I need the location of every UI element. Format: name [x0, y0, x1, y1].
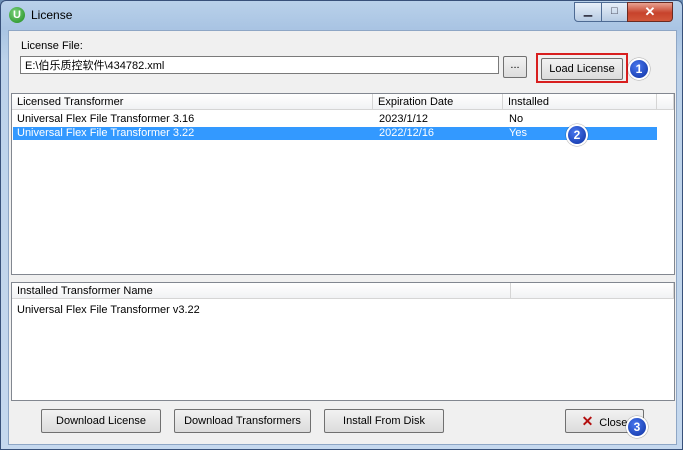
column-header-filler [511, 283, 674, 299]
download-license-button[interactable]: Download License [41, 409, 161, 433]
expiration-date: 2022/12/16 [379, 127, 435, 139]
window-title: License [31, 8, 73, 22]
column-header-licensed-transformer[interactable]: Licensed Transformer [12, 94, 373, 110]
step-marker-3: 3 [626, 416, 648, 438]
license-window: U License ▁ □ ✕ License File: ... Load L… [0, 0, 683, 450]
minimize-button[interactable]: ▁ [574, 2, 602, 22]
window-close-button[interactable]: ✕ [627, 2, 673, 22]
installed-transformer-name: Universal Flex File Transformer v3.22 [17, 304, 200, 316]
title-bar[interactable]: U License ▁ □ ✕ [1, 1, 682, 29]
close-icon: ✕ [581, 413, 594, 429]
load-license-button[interactable]: Load License [541, 58, 623, 80]
dialog-body: License File: ... Load License 1 License… [8, 30, 677, 445]
app-icon: U [9, 7, 25, 23]
step-marker-2: 2 [566, 124, 588, 146]
load-license-highlight: Load License [536, 53, 628, 83]
installed-status: No [509, 113, 524, 125]
license-file-label: License File: [21, 40, 83, 52]
step-marker-1: 1 [628, 58, 650, 80]
expiration-date: 2023/1/12 [379, 113, 428, 125]
installed-transformer-list[interactable]: Installed Transformer Name Universal Fle… [11, 282, 675, 401]
maximize-button[interactable]: □ [601, 2, 628, 22]
browse-button[interactable]: ... [503, 56, 527, 78]
install-from-disk-button[interactable]: Install From Disk [324, 409, 444, 433]
transformer-name: Universal Flex File Transformer 3.16 [17, 113, 195, 125]
license-file-input[interactable] [20, 56, 499, 74]
close-button-label: Close [599, 417, 628, 429]
column-header-expiration-date[interactable]: Expiration Date [373, 94, 503, 110]
column-header-filler [657, 94, 674, 110]
installed-status: Yes [509, 127, 527, 139]
table-row-selected[interactable]: Universal Flex File Transformer 3.22 202… [13, 127, 657, 140]
column-header-installed[interactable]: Installed [503, 94, 657, 110]
list-item[interactable]: Universal Flex File Transformer v3.22 [13, 304, 657, 317]
transformer-name: Universal Flex File Transformer 3.22 [17, 127, 195, 139]
download-transformers-button[interactable]: Download Transformers [174, 409, 311, 433]
licensed-transformer-list[interactable]: Licensed Transformer Expiration Date Ins… [11, 93, 675, 275]
table-row[interactable]: Universal Flex File Transformer 3.16 202… [13, 113, 657, 126]
column-header-installed-transformer-name[interactable]: Installed Transformer Name [12, 283, 511, 299]
